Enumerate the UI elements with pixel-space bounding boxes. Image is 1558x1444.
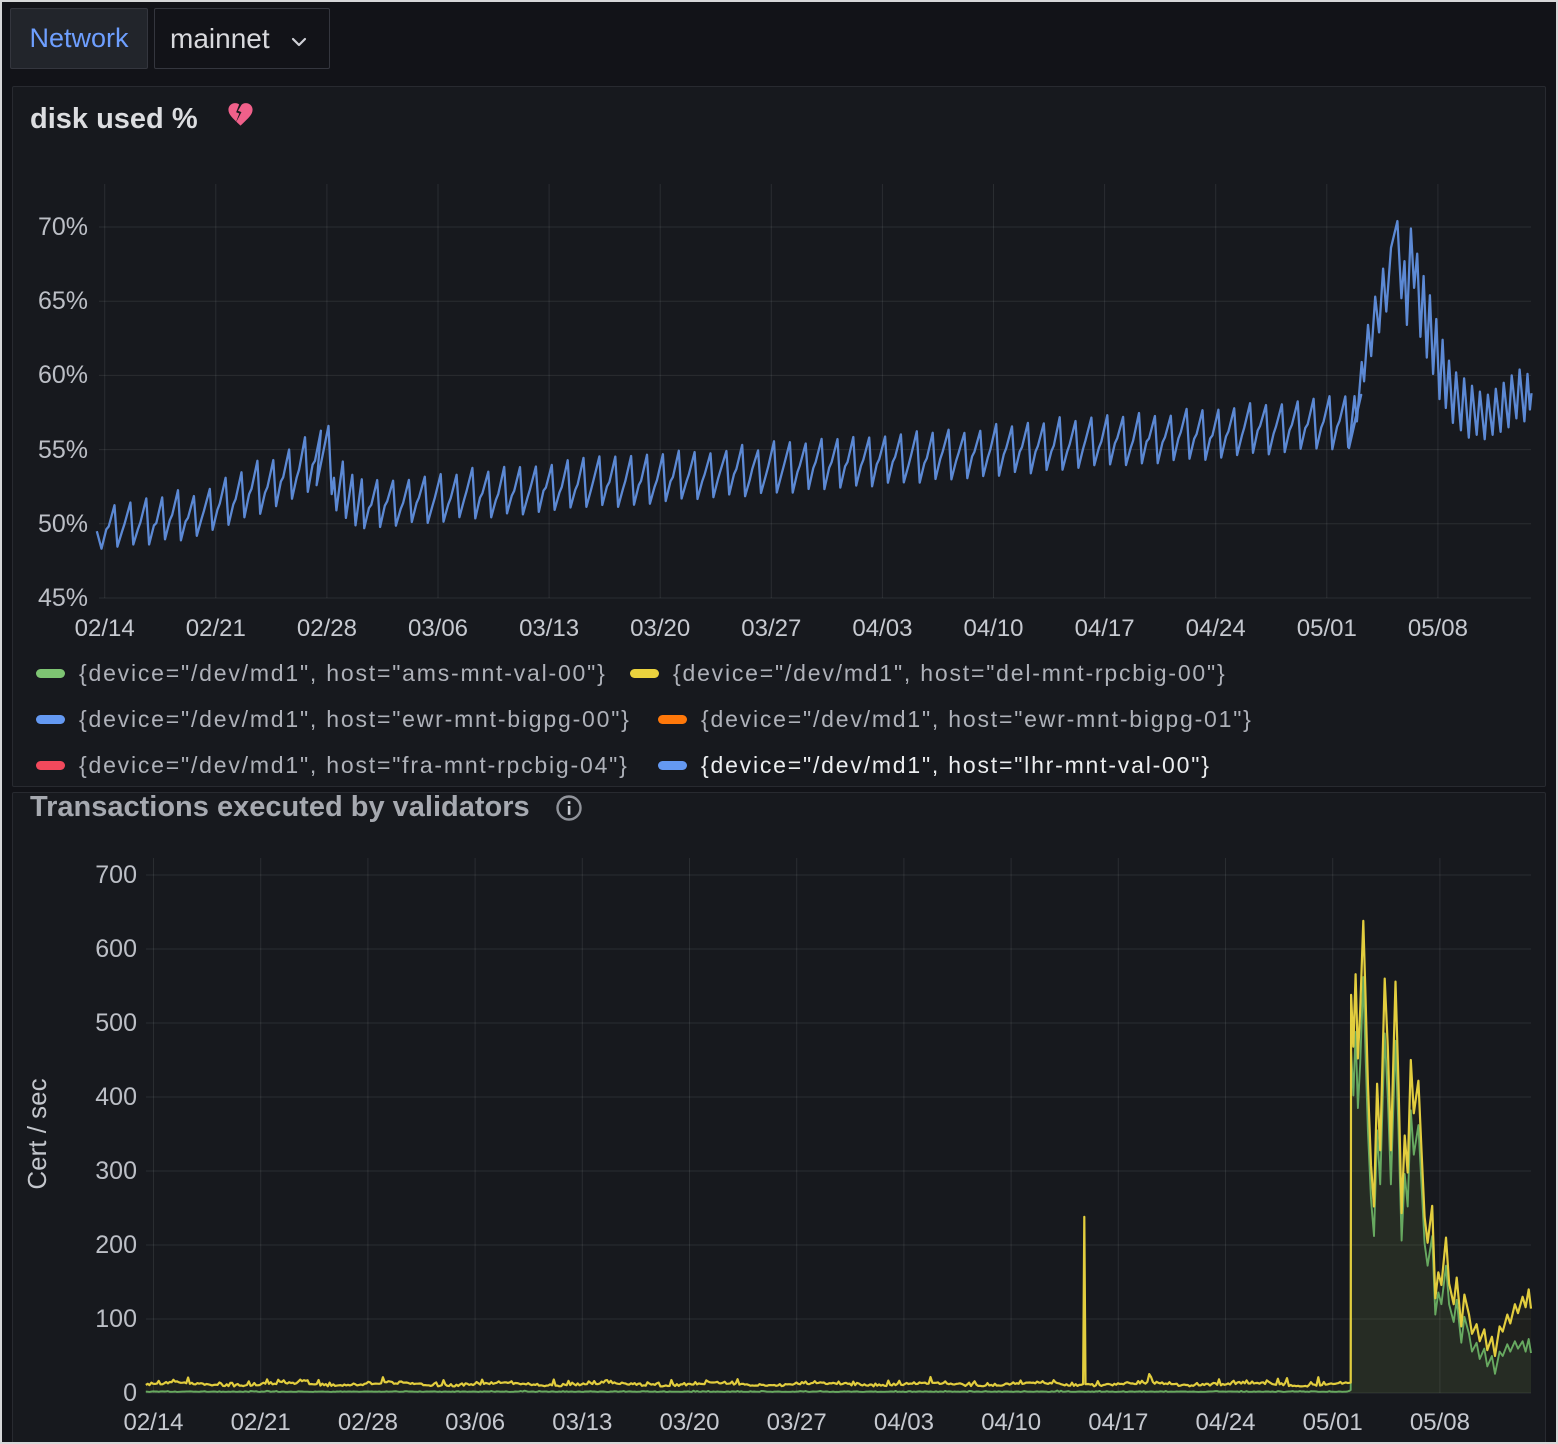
svg-text:04/10: 04/10 xyxy=(981,1409,1041,1436)
svg-text:05/01: 05/01 xyxy=(1297,615,1357,642)
svg-text:04/03: 04/03 xyxy=(874,1409,934,1436)
svg-text:03/06: 03/06 xyxy=(408,615,468,642)
svg-text:55%: 55% xyxy=(38,436,88,464)
svg-text:Cert / sec: Cert / sec xyxy=(22,1078,52,1189)
svg-text:02/21: 02/21 xyxy=(231,1409,291,1436)
svg-text:05/08: 05/08 xyxy=(1410,1409,1470,1436)
svg-text:700: 700 xyxy=(95,861,137,889)
svg-text:03/27: 03/27 xyxy=(767,1409,827,1436)
svg-text:300: 300 xyxy=(95,1157,137,1185)
svg-text:70%: 70% xyxy=(38,213,88,241)
svg-text:05/01: 05/01 xyxy=(1303,1409,1363,1436)
svg-text:04/10: 04/10 xyxy=(963,615,1023,642)
svg-text:200: 200 xyxy=(95,1231,137,1259)
svg-text:02/28: 02/28 xyxy=(297,615,357,642)
svg-text:02/28: 02/28 xyxy=(338,1409,398,1436)
svg-text:45%: 45% xyxy=(38,584,88,612)
svg-text:0: 0 xyxy=(123,1379,137,1407)
svg-text:04/17: 04/17 xyxy=(1088,1409,1148,1436)
svg-text:02/21: 02/21 xyxy=(186,615,246,642)
svg-text:03/20: 03/20 xyxy=(659,1409,719,1436)
svg-text:04/17: 04/17 xyxy=(1075,615,1135,642)
svg-text:02/14: 02/14 xyxy=(123,1409,183,1436)
svg-text:500: 500 xyxy=(95,1009,137,1037)
svg-text:600: 600 xyxy=(95,935,137,963)
svg-text:65%: 65% xyxy=(38,287,88,315)
svg-text:100: 100 xyxy=(95,1305,137,1333)
svg-text:02/14: 02/14 xyxy=(75,615,135,642)
svg-text:04/24: 04/24 xyxy=(1186,615,1246,642)
svg-text:400: 400 xyxy=(95,1083,137,1111)
svg-text:50%: 50% xyxy=(38,510,88,538)
svg-text:03/13: 03/13 xyxy=(519,615,579,642)
svg-text:60%: 60% xyxy=(38,361,88,389)
svg-text:04/03: 04/03 xyxy=(852,615,912,642)
svg-text:05/08: 05/08 xyxy=(1408,615,1468,642)
svg-text:03/06: 03/06 xyxy=(445,1409,505,1436)
svg-text:04/24: 04/24 xyxy=(1195,1409,1255,1436)
svg-text:03/27: 03/27 xyxy=(741,615,801,642)
svg-text:03/13: 03/13 xyxy=(552,1409,612,1436)
svg-text:03/20: 03/20 xyxy=(630,615,690,642)
